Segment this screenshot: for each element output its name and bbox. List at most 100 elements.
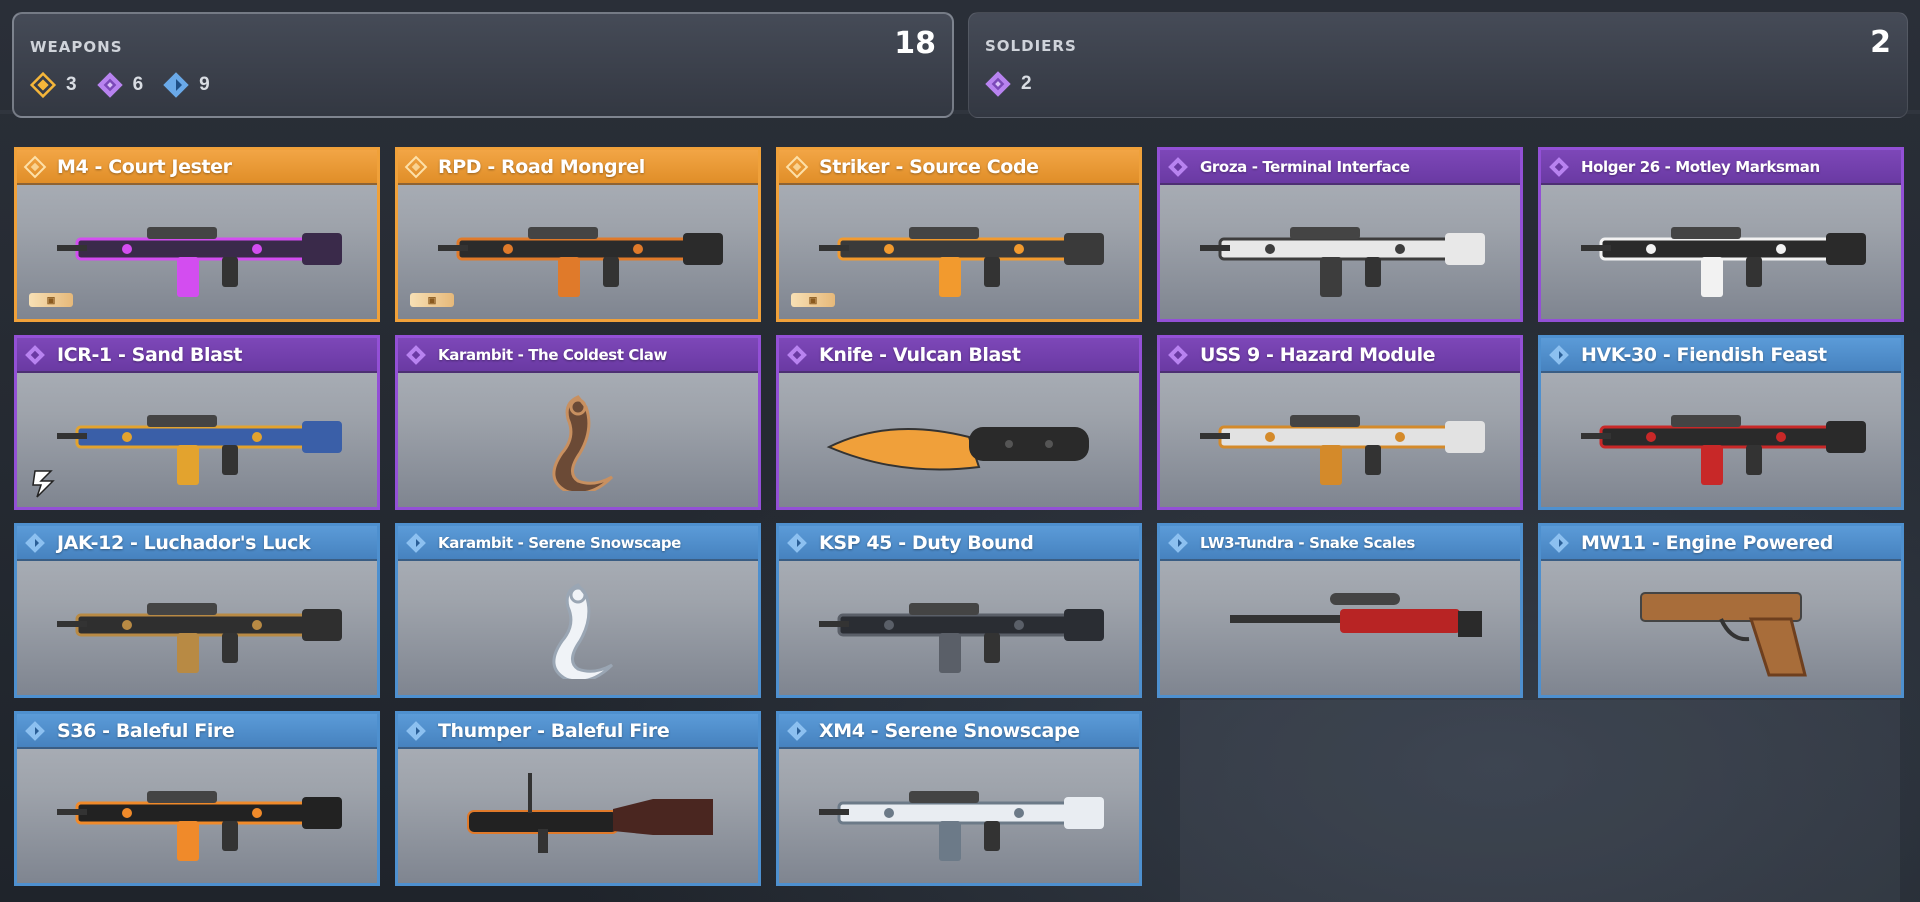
- weapon-card[interactable]: Karambit - The Coldest Claw: [395, 335, 761, 510]
- weapon-card-header: Groza - Terminal Interface: [1160, 150, 1520, 185]
- weapon-name: USS 9 - Hazard Module: [1200, 343, 1436, 366]
- weapon-preview: [779, 373, 1139, 507]
- weapon-preview: [779, 561, 1139, 695]
- weapons-summary-panel[interactable]: WEAPONS 18 3 6 9: [12, 12, 954, 118]
- weapon-image: [57, 227, 342, 297]
- weapon-name: ICR-1 - Sand Blast: [57, 343, 243, 366]
- weapon-preview: [398, 561, 758, 695]
- weapon-image: [57, 791, 342, 861]
- weapon-preview: [17, 373, 377, 507]
- soldiers-rarity-counts: 2: [983, 69, 1032, 99]
- weapon-name: Striker - Source Code: [819, 155, 1039, 178]
- weapon-card-header: XM4 - Serene Snowscape: [779, 714, 1139, 749]
- soldiers-total: 2: [1870, 25, 1891, 60]
- rare-rarity-icon: [787, 532, 807, 553]
- weapon-image: [552, 583, 614, 679]
- weapon-preview: ▣: [779, 185, 1139, 319]
- weapon-preview: [17, 561, 377, 695]
- weapon-name: M4 - Court Jester: [57, 155, 232, 178]
- weapon-name: Karambit - The Coldest Claw: [438, 345, 667, 364]
- legendary-count-value: 3: [66, 74, 77, 95]
- weapon-name: MW11 - Engine Powered: [1581, 531, 1833, 554]
- epic-rarity-icon: [1168, 156, 1188, 177]
- weapon-card[interactable]: ICR-1 - Sand Blast: [14, 335, 380, 510]
- weapon-card[interactable]: HVK-30 - Fiendish Feast: [1538, 335, 1904, 510]
- weapon-card[interactable]: XM4 - Serene Snowscape: [776, 711, 1142, 886]
- soldier-epic-count-value: 2: [1021, 73, 1032, 94]
- tag-badge-icon: ▣: [410, 293, 454, 307]
- tag-badge-icon: ▣: [29, 293, 73, 307]
- weapon-card[interactable]: RPD - Road Mongrel ▣: [395, 147, 761, 322]
- rare-rarity-icon: [406, 532, 426, 553]
- weapon-name: Knife - Vulcan Blast: [819, 343, 1021, 366]
- weapons-total: 18: [894, 26, 936, 61]
- weapon-name: Karambit - Serene Snowscape: [438, 533, 681, 552]
- weapon-card-header: LW3-Tundra - Snake Scales: [1160, 526, 1520, 561]
- soldiers-summary-panel[interactable]: SOLDIERS 2 2: [968, 12, 1908, 118]
- weapon-preview: ▣: [17, 185, 377, 319]
- weapon-card-header: Holger 26 - Motley Marksman: [1541, 150, 1901, 185]
- rare-rarity-icon: [1549, 532, 1569, 553]
- weapon-card-header: Striker - Source Code: [779, 150, 1139, 185]
- weapon-name: JAK-12 - Luchador's Luck: [57, 531, 311, 554]
- weapon-card[interactable]: Holger 26 - Motley Marksman: [1538, 147, 1904, 322]
- weapon-preview: [1541, 373, 1901, 507]
- weapon-card-header: ICR-1 - Sand Blast: [17, 338, 377, 373]
- weapon-preview: [1541, 561, 1901, 695]
- weapon-card-header: M4 - Court Jester: [17, 150, 377, 185]
- weapon-card[interactable]: KSP 45 - Duty Bound: [776, 523, 1142, 698]
- epic-rarity-icon: [1549, 156, 1569, 177]
- rare-rarity-icon: [1168, 532, 1188, 553]
- weapon-card[interactable]: USS 9 - Hazard Module: [1157, 335, 1523, 510]
- season-badge-icon: [32, 470, 55, 498]
- weapon-card[interactable]: Groza - Terminal Interface: [1157, 147, 1523, 322]
- weapon-card[interactable]: Thumper - Baleful Fire: [395, 711, 761, 886]
- weapon-image: [438, 227, 723, 297]
- weapon-image: [1230, 593, 1482, 637]
- weapon-preview: [398, 749, 758, 883]
- weapon-card[interactable]: Striker - Source Code ▣: [776, 147, 1142, 322]
- weapon-image: [819, 791, 1104, 861]
- weapon-card[interactable]: Karambit - Serene Snowscape: [395, 523, 761, 698]
- legendary-rarity-icon: [23, 155, 47, 178]
- weapon-card[interactable]: MW11 - Engine Powered: [1538, 523, 1904, 698]
- weapon-card-header: JAK-12 - Luchador's Luck: [17, 526, 377, 561]
- legendary-rarity-icon: [785, 155, 809, 178]
- weapon-image: [819, 227, 1104, 297]
- weapon-image: [1640, 592, 1807, 677]
- weapon-card-header: Karambit - The Coldest Claw: [398, 338, 758, 373]
- epic-count-value: 6: [132, 74, 144, 95]
- weapons-rarity-counts: 3 6 9: [28, 70, 210, 100]
- weapon-preview: [398, 373, 758, 507]
- rare-rarity-icon: [1549, 344, 1569, 365]
- weapon-card[interactable]: LW3-Tundra - Snake Scales: [1157, 523, 1523, 698]
- weapon-preview: [17, 749, 377, 883]
- weapon-card-header: Karambit - Serene Snowscape: [398, 526, 758, 561]
- weapon-image: [819, 603, 1104, 673]
- weapon-card-header: Thumper - Baleful Fire: [398, 714, 758, 749]
- weapon-name: XM4 - Serene Snowscape: [819, 719, 1080, 742]
- weapon-name: S36 - Baleful Fire: [57, 719, 235, 742]
- weapon-image: [57, 415, 342, 485]
- weapon-card[interactable]: JAK-12 - Luchador's Luck: [14, 523, 380, 698]
- legendary-rarity-icon: [29, 71, 57, 99]
- weapon-preview: [1541, 185, 1901, 319]
- rare-rarity-icon: [163, 72, 189, 98]
- weapon-card-header: S36 - Baleful Fire: [17, 714, 377, 749]
- background-structure: [1180, 700, 1900, 902]
- weapon-card[interactable]: M4 - Court Jester ▣: [14, 147, 380, 322]
- rare-rarity-icon: [787, 720, 807, 741]
- epic-rarity-icon: [1168, 344, 1188, 365]
- weapon-name: KSP 45 - Duty Bound: [819, 531, 1034, 554]
- weapon-card-header: RPD - Road Mongrel: [398, 150, 758, 185]
- weapon-card-header: MW11 - Engine Powered: [1541, 526, 1901, 561]
- weapon-card-header: KSP 45 - Duty Bound: [779, 526, 1139, 561]
- epic-count: 6: [95, 70, 144, 100]
- weapon-card-header: HVK-30 - Fiendish Feast: [1541, 338, 1901, 373]
- weapon-card[interactable]: Knife - Vulcan Blast: [776, 335, 1142, 510]
- rare-count-value: 9: [199, 74, 210, 95]
- weapon-preview: [1160, 373, 1520, 507]
- weapon-preview: [1160, 561, 1520, 695]
- weapon-card[interactable]: S36 - Baleful Fire: [14, 711, 380, 886]
- soldiers-label: SOLDIERS: [985, 37, 1077, 55]
